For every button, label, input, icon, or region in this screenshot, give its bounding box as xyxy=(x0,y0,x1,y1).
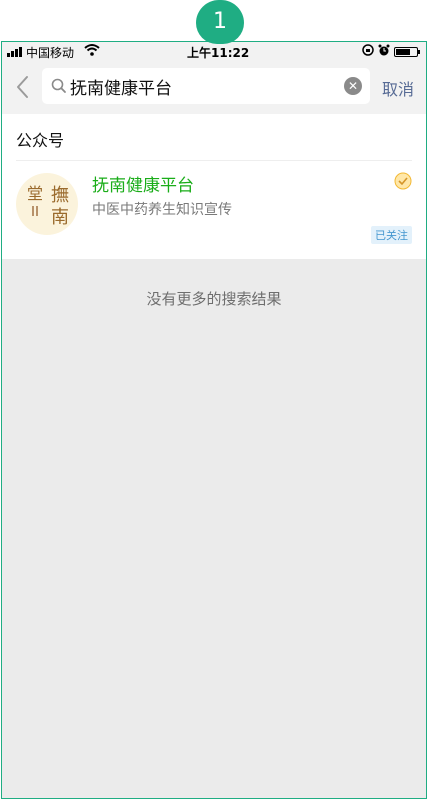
signal-icon xyxy=(7,47,22,57)
account-name: 抚南健康平台 xyxy=(92,176,194,196)
search-icon xyxy=(50,77,68,95)
account-description: 中医中药养生知识宣传 xyxy=(92,202,232,218)
section-title: 公众号 xyxy=(16,131,65,150)
status-bar: 中国移动 上午11:22 xyxy=(2,42,426,62)
wifi-icon xyxy=(84,43,100,60)
official-account-result[interactable]: 撫 南 堂 抚南健康平台 中医中药养生知识宣传 已关注 xyxy=(2,161,426,259)
clear-search-icon[interactable]: ✕ xyxy=(344,77,362,95)
phone-screen: 中国移动 上午11:22 ✕ 取消 公众号 xyxy=(1,41,427,799)
verified-check-icon xyxy=(394,172,412,190)
results-panel: 公众号 撫 南 堂 抚南健康平台 中医中药养生知识宣传 已关注 xyxy=(2,114,426,259)
svg-text:堂: 堂 xyxy=(27,184,43,203)
back-chevron-icon[interactable] xyxy=(12,72,34,102)
cancel-button[interactable]: 取消 xyxy=(382,76,414,100)
no-more-results-text: 没有更多的搜索结果 xyxy=(146,290,282,308)
svg-text:撫: 撫 xyxy=(51,185,69,206)
battery-icon xyxy=(394,46,420,57)
account-avatar: 撫 南 堂 xyxy=(16,173,78,235)
carrier-label: 中国移动 xyxy=(26,46,75,60)
search-bar: ✕ 取消 xyxy=(2,62,426,114)
step-badge: 1 xyxy=(196,0,244,44)
orientation-lock-icon xyxy=(362,44,374,59)
followed-badge: 已关注 xyxy=(371,226,412,244)
status-time: 上午11:22 xyxy=(187,46,250,60)
search-field[interactable]: ✕ xyxy=(42,68,370,104)
alarm-icon xyxy=(378,44,390,59)
svg-text:南: 南 xyxy=(51,207,69,228)
search-input[interactable] xyxy=(70,68,342,104)
